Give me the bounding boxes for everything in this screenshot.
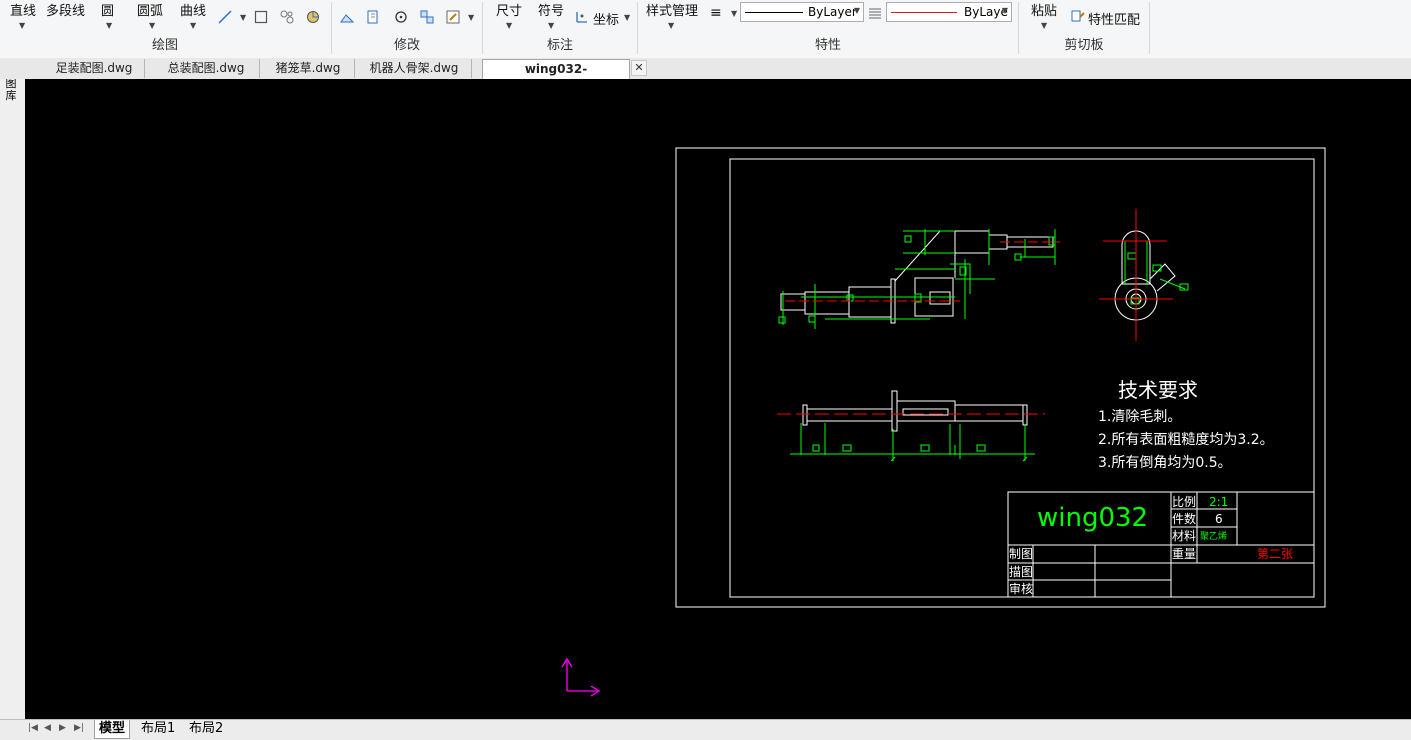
draw-group-label: 绘图 xyxy=(151,38,178,53)
checked-by-label: 审核 xyxy=(1009,581,1033,596)
part-name: wing032 xyxy=(1037,503,1148,533)
dimension-button[interactable]: 尺寸 xyxy=(496,0,522,19)
clipboard-group: 粘贴 ▼ 特性匹配 剪切板 xyxy=(1019,0,1149,58)
dimension-dropdown-icon[interactable]: ▼ xyxy=(506,21,512,30)
tech-requirements-title: 技术要求 xyxy=(1118,378,1198,402)
lineweight-swatch xyxy=(891,12,957,13)
circle-dropdown-icon[interactable]: ▼ xyxy=(106,21,112,30)
quantity-value: 6 xyxy=(1215,512,1223,526)
linetype-dropdown-icon: ▼ xyxy=(853,6,860,15)
sheet-outer-border xyxy=(675,147,1326,608)
close-tab-icon[interactable]: ✕ xyxy=(631,60,647,76)
sheet-label: 第二张 xyxy=(1257,547,1293,561)
first-tab-icon[interactable]: |◀ xyxy=(28,723,38,733)
lineweight-icon xyxy=(869,8,881,19)
construction-line-icon[interactable] xyxy=(218,10,232,24)
tech-note: 2.所有表面粗糙度均为3.2。 xyxy=(1098,432,1274,448)
linetype-list-icon[interactable]: ≡ xyxy=(710,5,722,21)
ribbon: 直线 ▼ 多段线 圆 ▼ 圆弧 ▼ 曲线 ▼ ▼ 绘图 ▼ 修改 尺寸 ▼ 符号… xyxy=(0,0,1411,59)
scale-label: 比例 xyxy=(1172,495,1196,509)
region-icon[interactable] xyxy=(306,10,320,24)
layout-tab-bar: |◀ ◀ ▶ ▶| 模型 布局1 布局2 xyxy=(0,719,1411,740)
end-view-drawing xyxy=(1099,209,1189,341)
layout1-tab[interactable]: 布局1 xyxy=(137,720,179,738)
title-block: wing032 比例 2:1 件数 6 材料 聚乙烯 重量 第二张 制图 描图 … xyxy=(1007,491,1315,598)
coordinate-dropdown-icon[interactable]: ▼ xyxy=(624,13,630,22)
style-manager-button[interactable]: 样式管理 xyxy=(646,0,698,19)
match-properties-button[interactable]: 特性匹配 xyxy=(1088,9,1140,28)
modify-more-icon[interactable]: ▼ xyxy=(468,13,474,22)
clipboard-group-label: 剪切板 xyxy=(1064,38,1104,53)
line-button[interactable]: 直线 xyxy=(10,0,36,19)
annotate-group-label: 标注 xyxy=(546,38,573,53)
properties-group: 样式管理 ▼ ≡ ▼ ByLayer ▼ ByLaye ▼ 特性 xyxy=(638,0,1018,58)
style-manager-dropdown-icon[interactable]: ▼ xyxy=(668,21,674,30)
paste-dropdown-icon[interactable]: ▼ xyxy=(1041,21,1047,30)
draw-group: 直线 ▼ 多段线 圆 ▼ 圆弧 ▼ 曲线 ▼ ▼ 绘图 xyxy=(0,0,330,58)
lineweight-combo[interactable]: ByLaye ▼ xyxy=(886,2,1012,22)
match-properties-icon[interactable] xyxy=(1071,9,1085,23)
material-label: 材料 xyxy=(1172,529,1196,543)
line-dropdown-icon[interactable]: ▼ xyxy=(19,21,25,30)
linetype-combo[interactable]: ByLayer ▼ xyxy=(740,2,864,22)
tech-note: 1.清除毛刺。 xyxy=(1098,409,1181,425)
front-view-drawing xyxy=(777,390,1045,462)
stretch-icon[interactable] xyxy=(340,10,354,24)
arc-dropdown-icon[interactable]: ▼ xyxy=(149,21,155,30)
arc-button[interactable]: 圆弧 xyxy=(137,0,163,19)
drawing-canvas[interactable]: 技术要求 1.清除毛刺。 2.所有表面粗糙度均为3.2。 3.所有倒角均为0.5… xyxy=(25,79,1411,719)
library-side-panel: 图库 xyxy=(0,58,26,719)
linetype-list-dropdown-icon[interactable]: ▼ xyxy=(731,9,737,18)
file-tab[interactable]: 机器人骨架.dwg xyxy=(357,59,472,78)
rotate-icon[interactable] xyxy=(394,10,408,24)
drawn-by-label: 制图 xyxy=(1009,547,1033,561)
linetype-value: ByLayer xyxy=(808,5,857,19)
properties-group-label: 特性 xyxy=(814,38,841,53)
linetype-swatch xyxy=(745,12,803,13)
file-tab[interactable]: 猪笼草.dwg xyxy=(262,59,355,78)
quantity-label: 件数 xyxy=(1172,511,1196,526)
circle-button[interactable]: 圆 xyxy=(101,0,114,19)
annotate-group: 尺寸 ▼ 符号 ▼ 坐标 ▼ 标注 xyxy=(483,0,637,58)
curve-button[interactable]: 曲线 xyxy=(180,0,206,19)
symbol-button[interactable]: 符号 xyxy=(538,0,564,19)
ucs-icon xyxy=(561,657,601,697)
hatch-icon[interactable] xyxy=(280,10,294,24)
library-tab[interactable]: 图库 xyxy=(4,78,18,102)
weight-label: 重量 xyxy=(1172,547,1196,561)
symbol-dropdown-icon[interactable]: ▼ xyxy=(548,21,554,30)
separator xyxy=(1149,2,1150,54)
modify-group: ▼ 修改 xyxy=(332,0,482,58)
file-tab[interactable]: 足装配图.dwg xyxy=(44,59,145,78)
last-tab-icon[interactable]: ▶| xyxy=(74,723,84,733)
model-tab[interactable]: 模型 xyxy=(94,720,131,739)
polyline-button[interactable]: 多段线 xyxy=(46,0,85,19)
array-icon[interactable] xyxy=(420,10,434,24)
side-view-drawing xyxy=(778,229,1060,329)
offset-icon[interactable] xyxy=(366,10,380,24)
paste-button[interactable]: 粘贴 xyxy=(1031,0,1057,19)
layout2-tab[interactable]: 布局2 xyxy=(185,720,227,738)
edit-properties-icon[interactable] xyxy=(446,10,460,24)
construction-dropdown-icon[interactable]: ▼ xyxy=(240,13,246,22)
file-tab-bar: 足装配图.dwg 总装配图.dwg 猪笼草.dwg 机器人骨架.dwg wing… xyxy=(0,58,1411,95)
next-tab-icon[interactable]: ▶ xyxy=(59,723,66,733)
file-tab[interactable]: 总装配图.dwg xyxy=(153,59,260,78)
modify-group-label: 修改 xyxy=(393,38,420,53)
lineweight-dropdown-icon: ▼ xyxy=(1001,6,1008,15)
curve-dropdown-icon[interactable]: ▼ xyxy=(190,21,196,30)
material-value: 聚乙烯 xyxy=(1200,530,1227,542)
coordinate-icon[interactable] xyxy=(575,10,589,24)
scale-value: 2:1 xyxy=(1209,495,1228,509)
prev-tab-icon[interactable]: ◀ xyxy=(44,723,51,733)
coordinate-button[interactable]: 坐标 xyxy=(593,9,619,28)
tech-note: 3.所有倒角均为0.5。 xyxy=(1098,455,1232,471)
file-tab-active[interactable]: wing032-qvzhou.dwg* xyxy=(482,59,630,95)
rectangle-icon[interactable] xyxy=(254,10,268,24)
traced-by-label: 描图 xyxy=(1009,565,1033,579)
drawing-area: 技术要求 1.清除毛刺。 2.所有表面粗糙度均为3.2。 3.所有倒角均为0.5… xyxy=(561,147,1326,697)
